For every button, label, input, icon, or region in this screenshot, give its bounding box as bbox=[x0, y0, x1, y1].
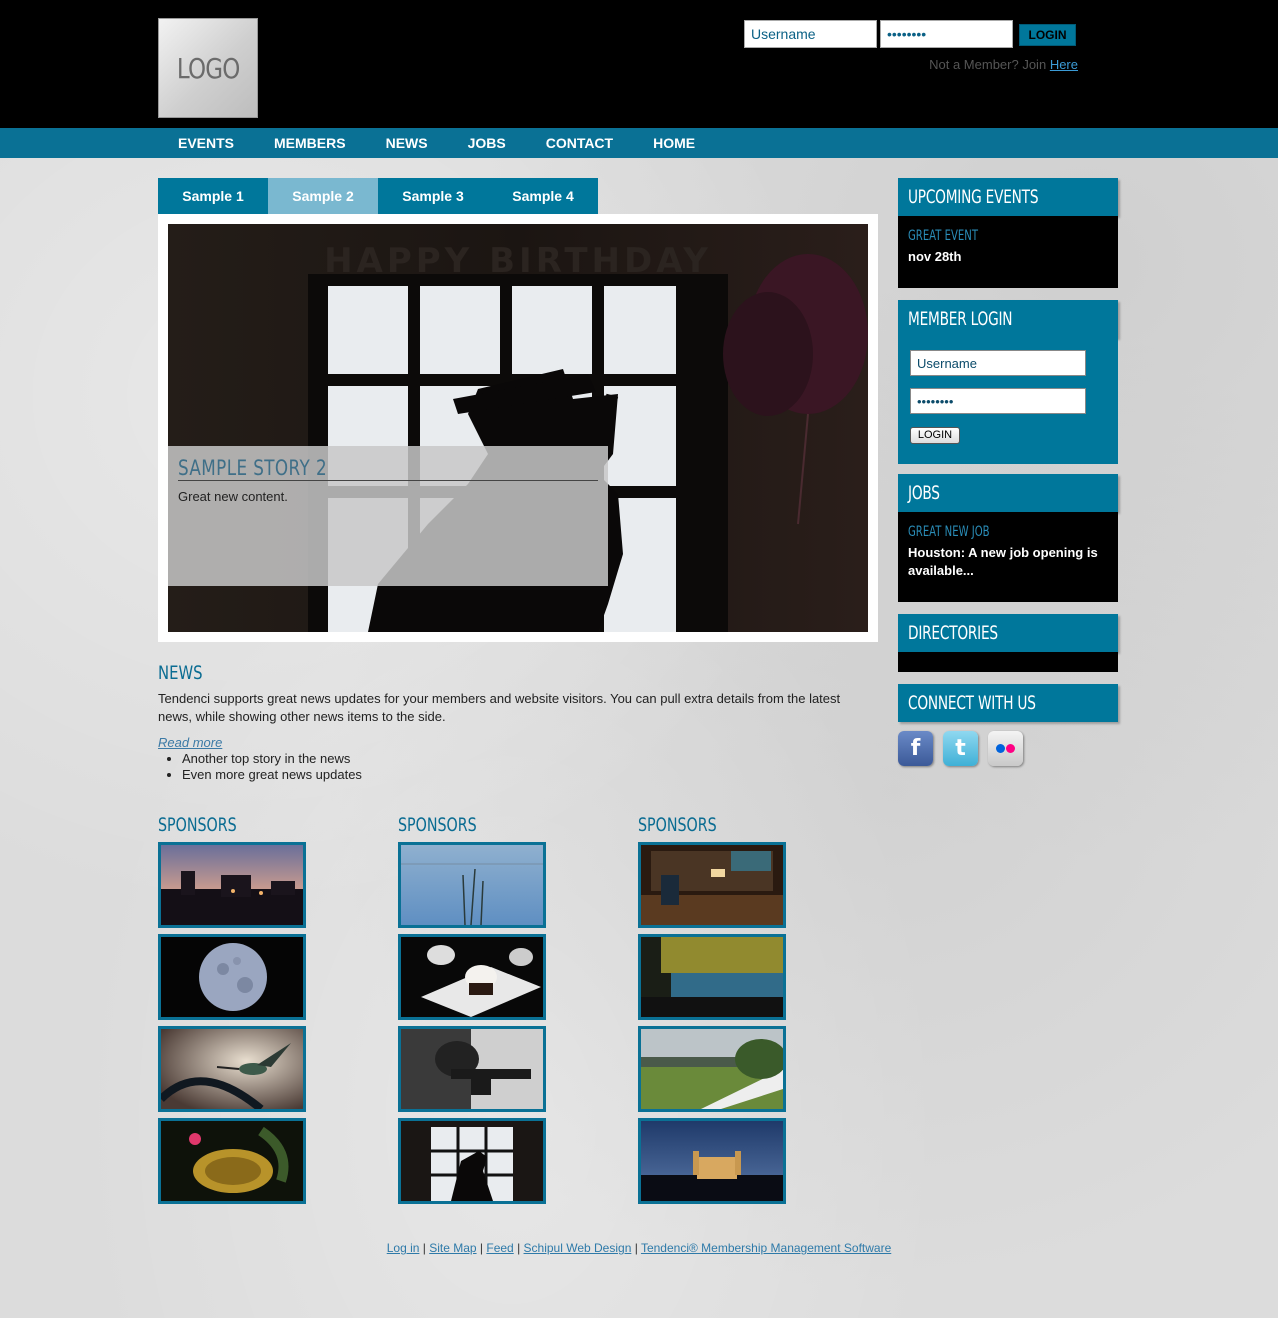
connect-title: CONNECT WITH US bbox=[908, 692, 1036, 714]
shop-interior-image bbox=[641, 845, 783, 925]
join-here-link[interactable]: Here bbox=[1050, 57, 1078, 72]
featured-slider: HAPPY BIRTHDAY SAMPLE STORY 2 Great new … bbox=[158, 214, 878, 642]
sponsor-thumb-cupcakes[interactable] bbox=[398, 934, 546, 1020]
news-list-item[interactable]: Even more great news updates bbox=[182, 767, 362, 783]
member-login-header: MEMBER LOGIN bbox=[898, 300, 1118, 338]
sponsors-heading: SPONSORS bbox=[638, 814, 717, 836]
city-dusk-image bbox=[161, 845, 303, 925]
sponsors-column-2: SPONSORS bbox=[398, 814, 548, 1210]
sponsors-heading: SPONSORS bbox=[398, 814, 477, 836]
jobs-box: JOBS GREAT NEW JOB Houston: A new job op… bbox=[898, 474, 1118, 602]
site-header: LOGO LOGIN Not a Member? Join Here bbox=[0, 0, 1278, 128]
sponsor-thumb-soldier[interactable] bbox=[398, 1026, 546, 1112]
soldier-image bbox=[401, 1029, 543, 1109]
job-name-link[interactable]: GREAT NEW JOB bbox=[908, 524, 990, 540]
sponsors-column-1: SPONSORS bbox=[158, 814, 308, 1210]
story-tabs: Sample 1 Sample 2 Sample 3 Sample 4 bbox=[158, 178, 598, 214]
sponsor-thumb-tram[interactable] bbox=[638, 934, 786, 1020]
window-image bbox=[401, 1121, 543, 1201]
upcoming-events-title: UPCOMING EVENTS bbox=[908, 186, 1039, 208]
tab-sample-3[interactable]: Sample 3 bbox=[378, 178, 488, 214]
castle-night-image bbox=[641, 1121, 783, 1201]
footer-schipul-link[interactable]: Schipul Web Design bbox=[524, 1241, 632, 1255]
directories-header[interactable]: DIRECTORIES bbox=[898, 614, 1118, 652]
sponsors-heading: SPONSORS bbox=[158, 814, 237, 836]
connect-header: CONNECT WITH US bbox=[898, 684, 1118, 722]
not-member-text: Not a Member? Join bbox=[929, 57, 1047, 72]
main-nav: EVENTS MEMBERS NEWS JOBS CONTACT HOME bbox=[0, 128, 1278, 158]
member-username-input[interactable] bbox=[910, 350, 1086, 376]
slide-banner-text: HAPPY BIRTHDAY bbox=[324, 241, 712, 281]
sponsor-thumb-moon[interactable] bbox=[158, 934, 306, 1020]
footer-sitemap-link[interactable]: Site Map bbox=[429, 1241, 476, 1255]
news-heading: NEWS bbox=[158, 662, 203, 684]
site-footer: Log in | Site Map | Feed | Schipul Web D… bbox=[386, 1241, 892, 1255]
job-description: Houston: A new job opening is available.… bbox=[908, 545, 1098, 578]
directories-body bbox=[898, 652, 1118, 672]
footer-feed-link[interactable]: Feed bbox=[486, 1241, 513, 1255]
read-more-link[interactable]: Read more bbox=[158, 735, 222, 750]
sponsors-column-3: SPONSORS bbox=[638, 814, 788, 1210]
plant-image bbox=[161, 1121, 303, 1201]
nav-item-jobs[interactable]: JOBS bbox=[448, 128, 526, 158]
event-date: nov 28th bbox=[908, 249, 962, 264]
sponsor-thumb-lake[interactable] bbox=[398, 842, 546, 928]
tab-sample-2[interactable]: Sample 2 bbox=[268, 178, 378, 214]
upcoming-events-header: UPCOMING EVENTS bbox=[898, 178, 1118, 216]
tab-sample-4[interactable]: Sample 4 bbox=[488, 178, 598, 214]
cupcakes-image bbox=[401, 937, 543, 1017]
lake-image bbox=[401, 845, 543, 925]
featured-image[interactable]: HAPPY BIRTHDAY SAMPLE STORY 2 Great new … bbox=[168, 224, 868, 632]
join-prompt: Not a Member? Join Here bbox=[929, 57, 1078, 72]
caption-text: Great new content. bbox=[178, 489, 288, 504]
night-tram-image bbox=[641, 937, 783, 1017]
caption-title[interactable]: SAMPLE STORY 2 bbox=[178, 456, 598, 481]
tab-sample-1[interactable]: Sample 1 bbox=[158, 178, 268, 214]
sponsor-thumb-plant[interactable] bbox=[158, 1118, 306, 1204]
site-logo[interactable]: LOGO bbox=[158, 18, 258, 118]
footer-login-link[interactable]: Log in bbox=[387, 1241, 420, 1255]
sponsor-thumb-window[interactable] bbox=[398, 1118, 546, 1204]
connect-box: CONNECT WITH US bbox=[898, 684, 1118, 722]
jobs-title: JOBS bbox=[908, 482, 940, 504]
member-login-body: LOGIN bbox=[898, 338, 1118, 464]
footer-tendenci-link[interactable]: Tendenci® Membership Management Software bbox=[641, 1241, 891, 1255]
member-password-input[interactable] bbox=[910, 388, 1086, 414]
header-login-button[interactable]: LOGIN bbox=[1019, 24, 1076, 46]
member-login-title: MEMBER LOGIN bbox=[908, 308, 1013, 330]
nav-item-members[interactable]: MEMBERS bbox=[254, 128, 366, 158]
sponsor-thumb-hummingbird[interactable] bbox=[158, 1026, 306, 1112]
news-list: Another top story in the news Even more … bbox=[182, 751, 362, 783]
directories-title: DIRECTORIES bbox=[908, 622, 998, 644]
jobs-body: GREAT NEW JOB Houston: A new job opening… bbox=[898, 512, 1118, 602]
upcoming-events-box: UPCOMING EVENTS GREAT EVENT nov 28th bbox=[898, 178, 1118, 288]
facebook-icon[interactable]: f bbox=[898, 731, 933, 766]
news-body: Tendenci supports great news updates for… bbox=[158, 691, 841, 724]
hummingbird-image bbox=[161, 1029, 303, 1109]
fence-landscape-image bbox=[641, 1029, 783, 1109]
header-username-input[interactable] bbox=[744, 20, 877, 48]
nav-item-contact[interactable]: CONTACT bbox=[526, 128, 633, 158]
member-login-box: MEMBER LOGIN LOGIN bbox=[898, 300, 1118, 464]
twitter-icon[interactable]: t bbox=[943, 731, 978, 766]
slide-caption: SAMPLE STORY 2 Great new content. bbox=[168, 446, 608, 586]
directories-box: DIRECTORIES bbox=[898, 614, 1118, 672]
member-login-button[interactable]: LOGIN bbox=[910, 426, 960, 444]
sponsor-thumb-city-dusk[interactable] bbox=[158, 842, 306, 928]
sponsor-thumb-fence[interactable] bbox=[638, 1026, 786, 1112]
jobs-header: JOBS bbox=[898, 474, 1118, 512]
sponsor-thumb-castle[interactable] bbox=[638, 1118, 786, 1204]
news-list-item[interactable]: Another top story in the news bbox=[182, 751, 362, 767]
event-name-link[interactable]: GREAT EVENT bbox=[908, 228, 978, 244]
logo-text: LOGO bbox=[176, 51, 240, 85]
upcoming-events-body: GREAT EVENT nov 28th bbox=[898, 216, 1118, 288]
header-password-input[interactable] bbox=[880, 20, 1013, 48]
sponsor-thumb-shop[interactable] bbox=[638, 842, 786, 928]
social-icons: f t bbox=[898, 731, 1023, 766]
nav-item-events[interactable]: EVENTS bbox=[158, 128, 254, 158]
nav-item-news[interactable]: NEWS bbox=[366, 128, 448, 158]
moon-image bbox=[161, 937, 303, 1017]
nav-item-home[interactable]: HOME bbox=[633, 128, 715, 158]
flickr-icon[interactable] bbox=[988, 731, 1023, 766]
